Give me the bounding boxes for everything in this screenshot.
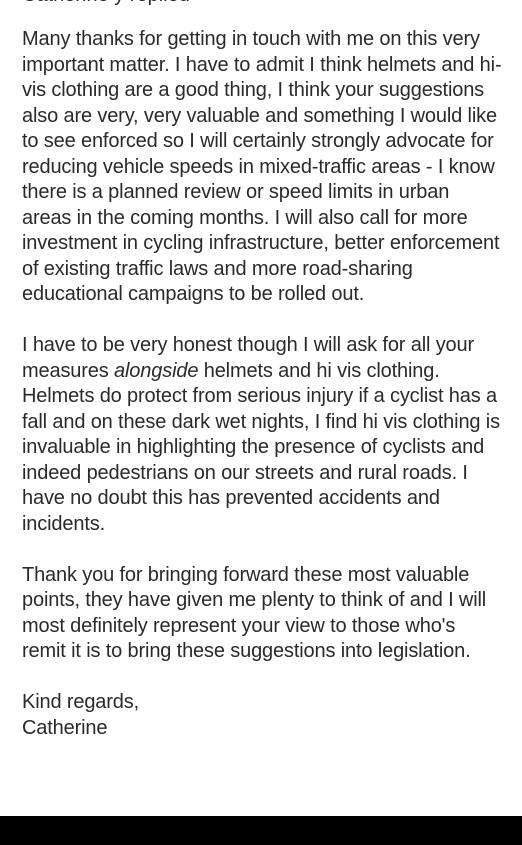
navigation-bar xyxy=(0,816,522,845)
paragraph-2: I have to be very honest though I will a… xyxy=(22,333,502,537)
paragraph-3: Thank you for bringing forward these mos… xyxy=(22,563,487,663)
message-body: Many thanks for getting in touch with me… xyxy=(22,27,502,741)
sign-off: Kind regards, xyxy=(22,691,140,713)
clipped-previous-line: Catherine y replied xyxy=(22,0,502,9)
paragraph-1: Many thanks for getting in touch with me… xyxy=(22,28,502,305)
emphasis-alongside: alongside xyxy=(114,359,199,382)
signature: Catherine xyxy=(22,716,108,739)
message-viewport[interactable]: Catherine y replied Many thanks for gett… xyxy=(0,0,522,816)
paragraph-2-end: helmets and hi vis clothing. Helmets do … xyxy=(22,359,500,535)
